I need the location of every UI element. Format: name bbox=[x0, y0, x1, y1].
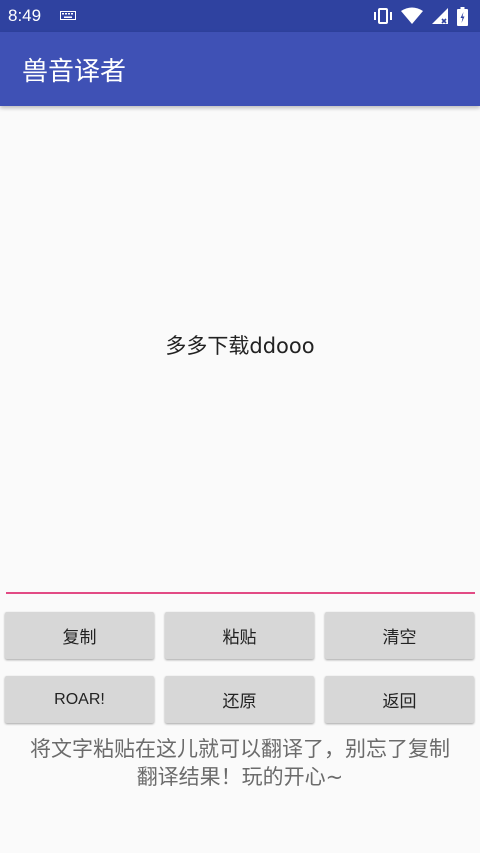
copy-button[interactable]: 复制 bbox=[5, 612, 154, 659]
status-time: 8:49 bbox=[8, 6, 42, 25]
wifi-icon bbox=[401, 7, 423, 24]
text-input-underline bbox=[6, 592, 475, 594]
keyboard-icon bbox=[60, 11, 76, 20]
status-bar: 8:49 bbox=[0, 0, 480, 32]
vibrate-icon bbox=[374, 8, 392, 24]
back-button[interactable]: 返回 bbox=[325, 676, 474, 723]
paste-button[interactable]: 粘贴 bbox=[165, 612, 314, 659]
app-bar: 兽音译者 bbox=[0, 32, 480, 106]
hint-line-2: 翻译结果！玩的开心~ bbox=[136, 765, 344, 789]
hint-text: 将文字粘贴在这儿就可以翻译了，别忘了复制 翻译结果！玩的开心~ bbox=[0, 735, 480, 791]
hint-line-1: 将文字粘贴在这儿就可以翻译了，别忘了复制 bbox=[30, 737, 450, 761]
text-input[interactable]: 多多下载ddooo bbox=[6, 108, 474, 592]
clear-button[interactable]: 清空 bbox=[325, 612, 474, 659]
app-title: 兽音译者 bbox=[22, 57, 127, 87]
battery-icon bbox=[457, 6, 468, 26]
roar-button[interactable]: ROAR! bbox=[5, 676, 154, 723]
restore-button[interactable]: 还原 bbox=[165, 676, 314, 723]
signal-icon bbox=[432, 8, 448, 24]
text-input-value: 多多下载ddooo bbox=[165, 334, 315, 358]
